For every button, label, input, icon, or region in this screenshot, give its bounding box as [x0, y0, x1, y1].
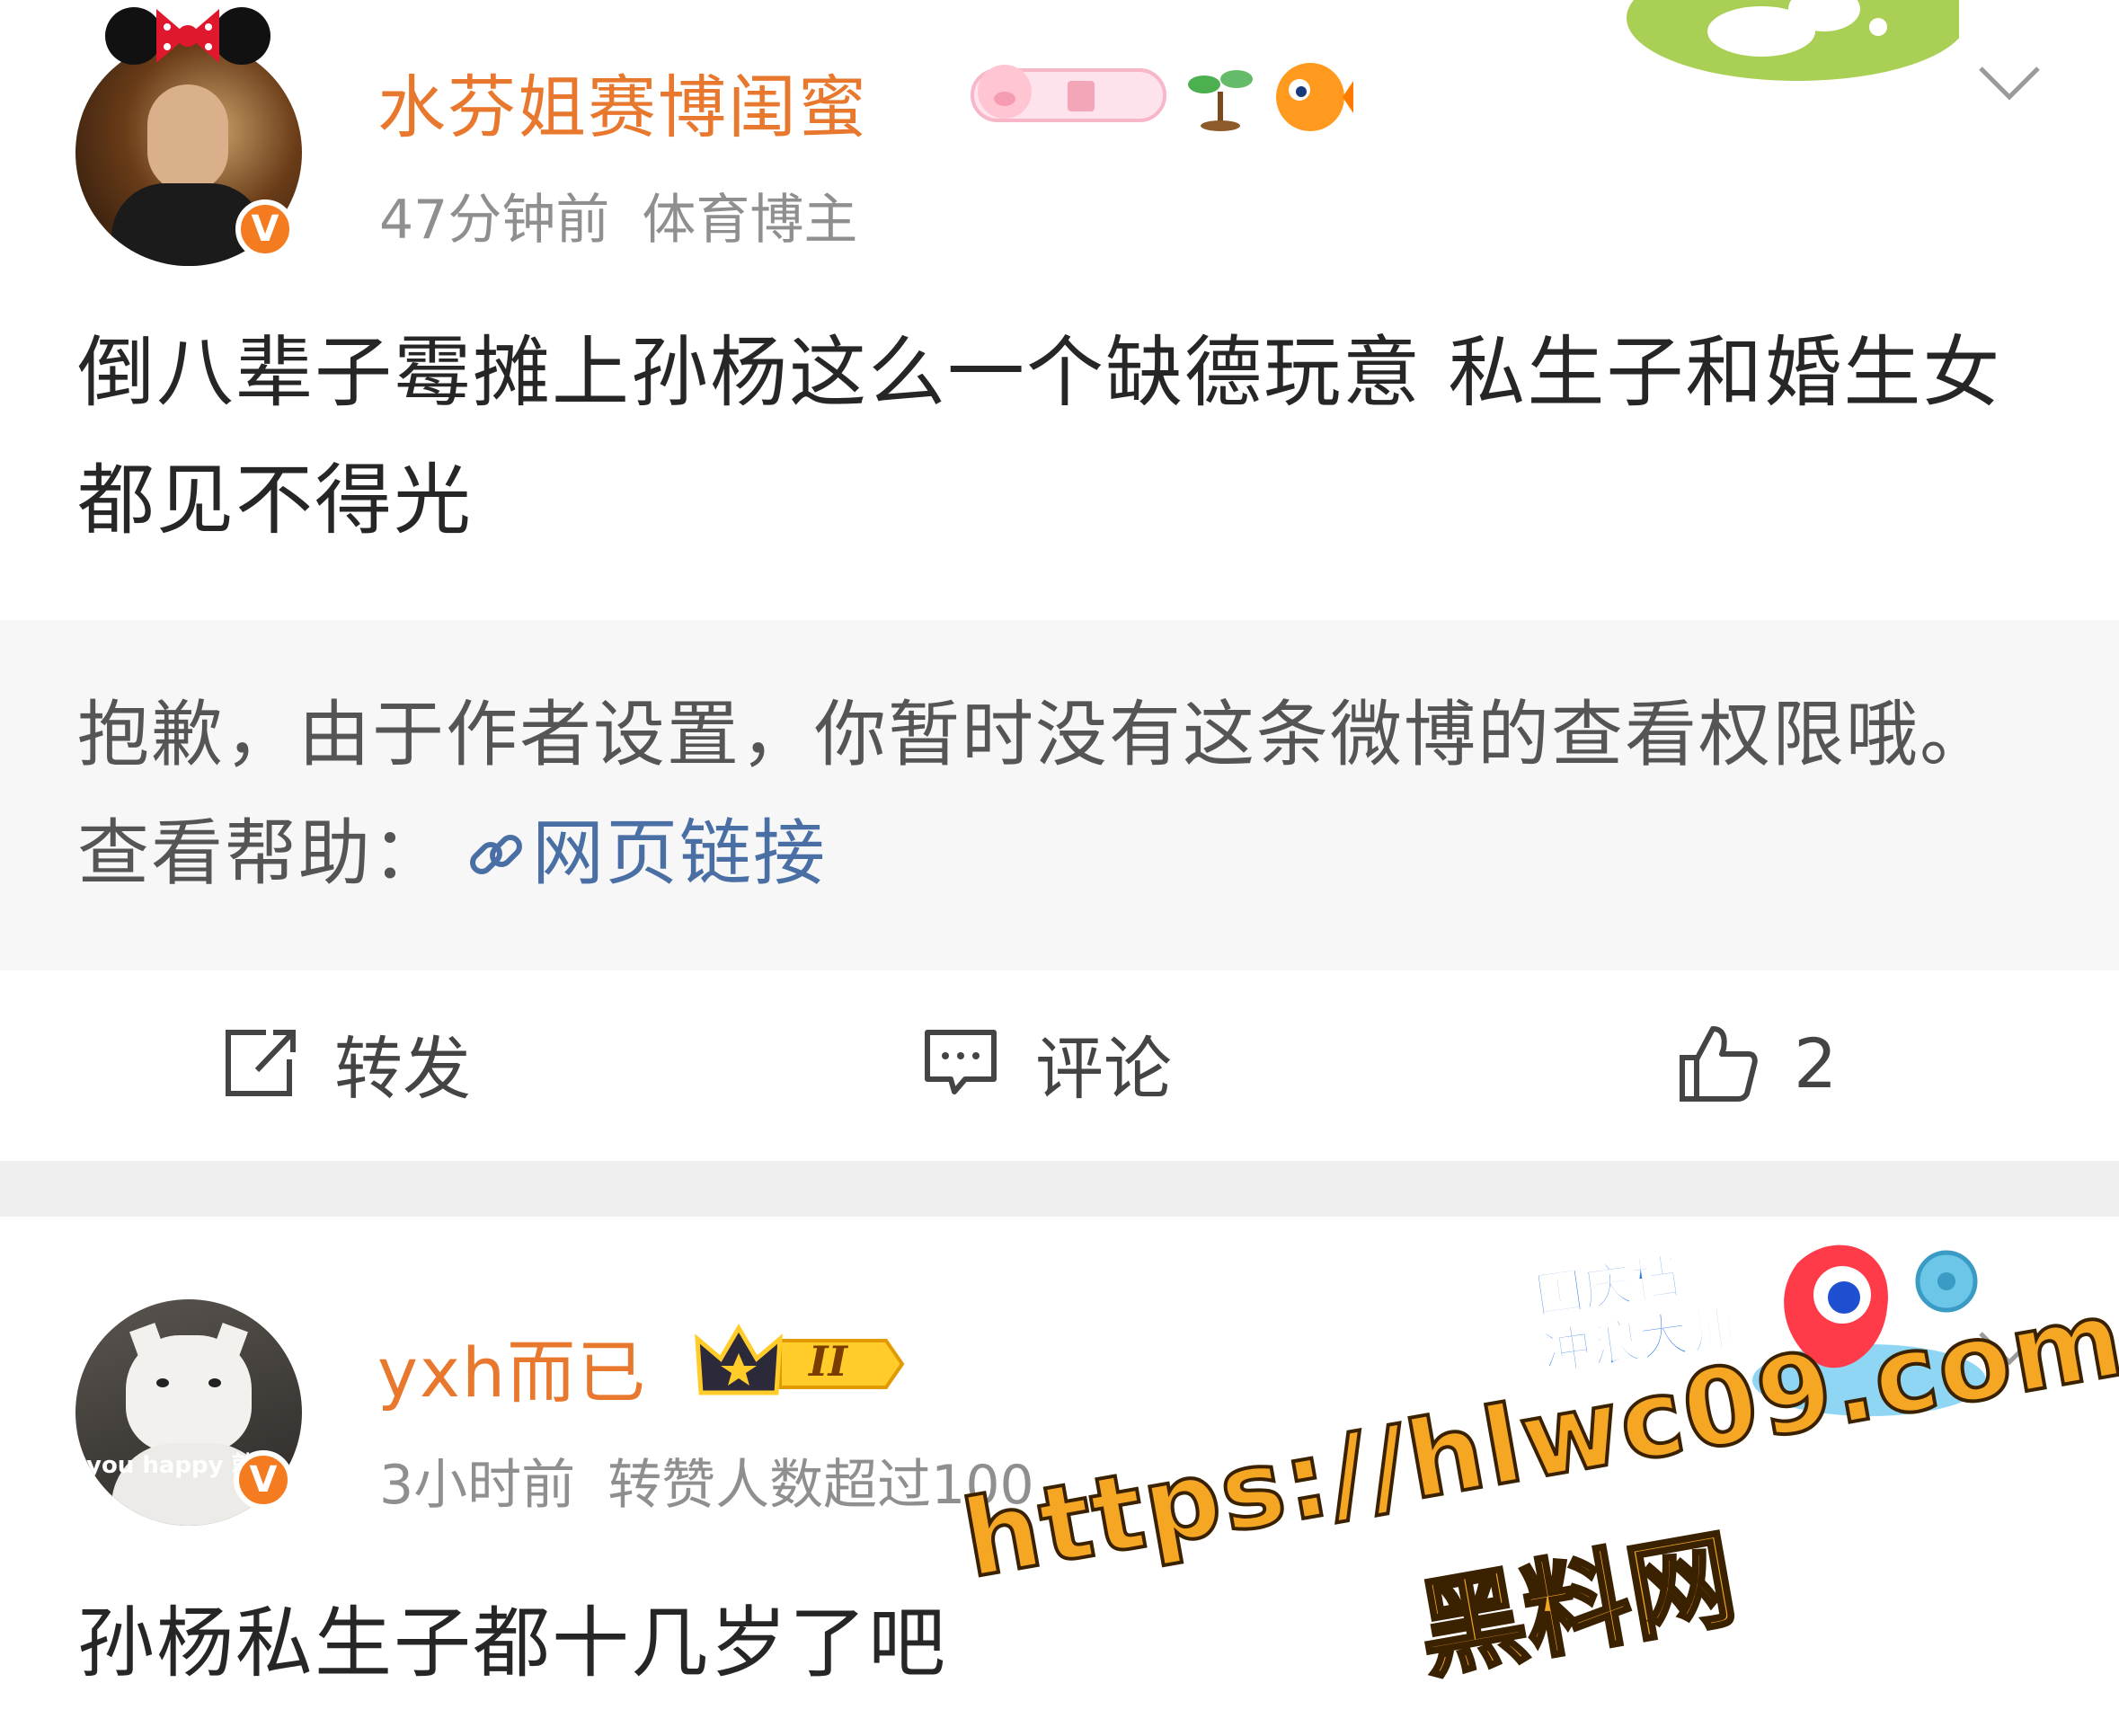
like-button[interactable]: 2 [1677, 969, 1837, 1157]
user-name[interactable]: 水芬姐赛博闺蜜 [377, 52, 868, 151]
comment-label: 评论 [1035, 1029, 1172, 1109]
post-time: 47分钟前 [379, 189, 610, 252]
like-count: 2 [1794, 1023, 1838, 1103]
decoration-sticker [1627, 0, 1959, 81]
avatar-caption: you happy 就 [86, 1452, 255, 1479]
avatar[interactable]: V [75, 7, 302, 266]
avatar[interactable]: you happy 就 V [75, 1299, 302, 1526]
user-tag: 体育博主 [642, 189, 858, 252]
user-name[interactable]: yxh而已 [377, 1317, 647, 1416]
comment-button[interactable]: 评论 [922, 969, 1172, 1157]
sprout-icon [1188, 70, 1253, 131]
fish-icon [1276, 63, 1353, 131]
post-content: 孙杨私生子都十几岁了吧 [77, 1599, 947, 1688]
post-content: 倒八辈子霉摊上孙杨这么一个缺德玩意 私生子和婚生女都见不得光 [77, 328, 2002, 545]
level-badge: II [694, 1321, 906, 1402]
post-time: 3小时前 [379, 1454, 576, 1517]
weibo-post: V 水芬姐赛博闺蜜 47分钟前 体育博主 倒八辈子霉摊上孙杨这么一个缺德玩意 私生… [0, 0, 2119, 1161]
minnie-ears-icon [105, 7, 270, 65]
post-separator [0, 1161, 2119, 1217]
repost-label: 转发 [334, 1029, 471, 1109]
action-bar: 转发 评论 2 [0, 969, 2119, 1157]
web-link[interactable]: 网页链接 [446, 811, 827, 895]
verified-badge-icon: V [235, 199, 295, 259]
notice-text: 抱歉，由于作者设置，你暂时没有这条微博的查看权限哦。查看帮助： 网页链接 [77, 676, 2036, 913]
link-icon [470, 835, 522, 874]
comment-icon [925, 1030, 997, 1094]
repost-icon [226, 1030, 296, 1096]
permission-notice: 抱歉，由于作者设置，你暂时没有这条微博的查看权限哦。查看帮助： 网页链接 [0, 620, 2119, 970]
level-badge-label: II [809, 1337, 848, 1386]
notice-message: 抱歉，由于作者设置，你暂时没有这条微博的查看权限哦。查看帮助： [77, 693, 1993, 895]
web-link-label: 网页链接 [532, 811, 827, 895]
chevron-down-icon[interactable] [1977, 63, 2042, 102]
crown-icon [695, 1324, 905, 1395]
post-meta: 47分钟前 体育博主 [379, 176, 890, 254]
pig-badge-icon [971, 65, 1166, 122]
thumbs-up-icon [1680, 1026, 1758, 1102]
verified-badge-icon: V [234, 1450, 293, 1510]
repost-button[interactable]: 转发 [221, 969, 471, 1157]
